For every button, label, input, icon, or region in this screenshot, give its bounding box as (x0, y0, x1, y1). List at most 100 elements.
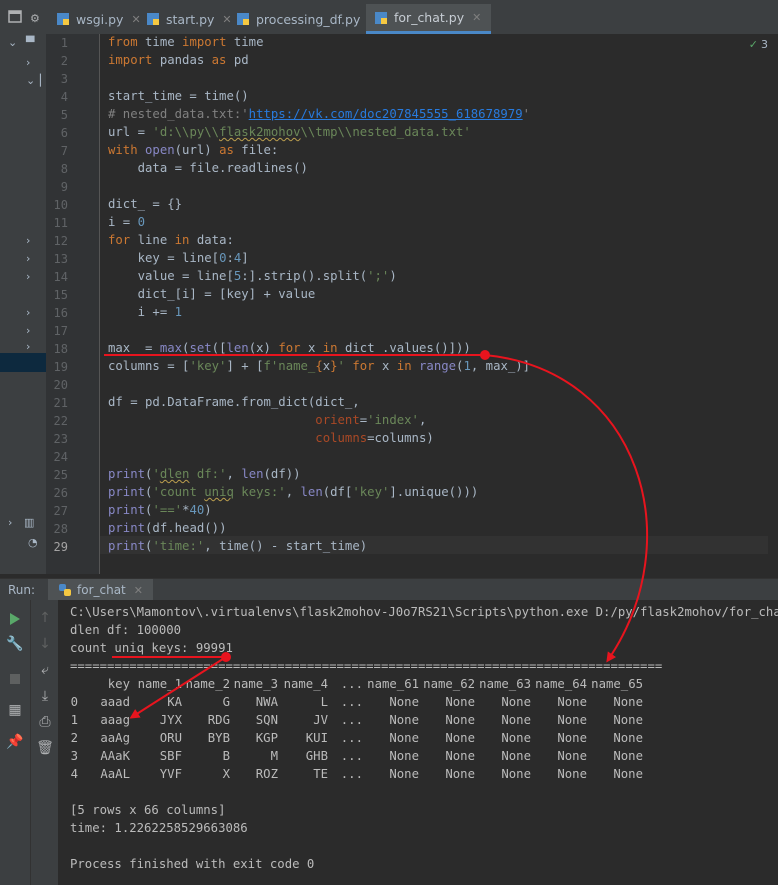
code-token: , max_)] (470, 359, 531, 373)
table-cell: SBF (159, 749, 182, 763)
table-cell: B (222, 749, 230, 763)
tab-start[interactable]: start.py ✕ (138, 4, 242, 34)
inspection-widget[interactable]: ✓ 3 (749, 38, 768, 51)
table-cell: ... (340, 713, 363, 727)
code-token: https://vk.com/doc207845555_618678979 (248, 107, 523, 121)
tab-wsgi[interactable]: wsgi.py ✕ (48, 4, 151, 34)
chevron-right-icon[interactable]: › (26, 340, 30, 353)
code-token: line (130, 233, 175, 247)
python-file-icon (374, 11, 388, 25)
table-cell: None (501, 767, 531, 781)
code-token: with (108, 143, 138, 157)
code-token: ' (337, 359, 345, 373)
code-token: i = (108, 215, 138, 229)
stop-icon[interactable] (0, 670, 30, 688)
code-token: max (159, 341, 183, 355)
chevron-right-icon[interactable]: › (26, 234, 30, 247)
code-token: flask2mohov (219, 125, 301, 139)
table-cell: None (389, 749, 419, 763)
table-cell: None (445, 749, 475, 763)
code-token: 'd:\\py\\ (152, 125, 220, 139)
scroll-to-end-icon[interactable]: ⤓ (30, 688, 60, 704)
table-cell: name_64 (535, 677, 587, 691)
tab-processing-df[interactable]: processing_df.py ✕ (228, 4, 388, 34)
chevron-right-icon[interactable]: › (26, 56, 30, 69)
chevron-right-icon[interactable]: › (26, 324, 30, 337)
soft-wrap-icon[interactable]: ⤶ (30, 662, 60, 678)
code-token: len (300, 485, 323, 499)
line-number: 22 (53, 414, 68, 428)
python-icon (58, 583, 72, 597)
code-token: value = line[ (108, 269, 234, 283)
code-token: url = (108, 125, 153, 139)
run-tab-for-chat[interactable]: for_chat ✕ (48, 579, 153, 601)
code-token: file: (233, 143, 279, 157)
code-token: , (418, 413, 427, 427)
code-line: i = 0 (108, 215, 145, 229)
line-number: 17 (53, 324, 68, 338)
table-cell: ... (340, 767, 363, 781)
chevron-right-icon[interactable]: › (26, 306, 30, 319)
line-number: 27 (53, 504, 68, 518)
console-dlen: dlen df: 100000 (70, 623, 182, 637)
code-token: (df[ (322, 485, 353, 499)
selected-tree-row[interactable] (0, 353, 46, 372)
table-cell: ROZ (255, 767, 278, 781)
rerun-icon[interactable] (0, 610, 30, 628)
code-token: '==' (152, 503, 183, 517)
chevron-right-icon[interactable]: › (26, 270, 30, 283)
tab-for-chat[interactable]: for_chat.py ✕ (366, 4, 492, 34)
line-number: 5 (60, 108, 68, 122)
layout-icon[interactable]: ▦ (0, 702, 30, 718)
run-console-output[interactable]: C:\Users\Mamontov\.virtualenvs\flask2moh… (58, 600, 778, 885)
code-token: 1 (463, 359, 471, 373)
chevron-right-icon[interactable]: › (26, 252, 30, 265)
code-token: { (315, 359, 323, 373)
chevron-down-icon[interactable]: ⌄ (26, 74, 35, 87)
print-icon[interactable]: ⎙ (30, 714, 60, 730)
wrench-icon[interactable]: 🔧 (0, 636, 30, 652)
code-line: # nested_data.txt:'https://vk.com/doc207… (108, 107, 530, 121)
console-command: C:\Users\Mamontov\.virtualenvs\flask2moh… (70, 605, 778, 619)
code-token: ([ (211, 341, 227, 355)
line-number: 28 (53, 522, 68, 536)
code-line: dict_ = {} (108, 197, 182, 211)
code-line: print('count uniq keys:', len(df['key'].… (108, 485, 478, 499)
trash-icon[interactable]: 🗑 (30, 740, 60, 756)
chevron-right-icon[interactable]: › (8, 516, 12, 529)
line-number: 25 (53, 468, 68, 482)
code-token: } (330, 359, 338, 373)
close-icon[interactable]: ✕ (134, 584, 143, 597)
code-line: print(df.head()) (108, 521, 226, 535)
code-token: 'index' (367, 413, 419, 427)
tab-label: wsgi.py (76, 11, 124, 27)
code-token: 1 (174, 305, 183, 319)
line-number: 1 (60, 36, 68, 50)
line-number: 3 (60, 72, 68, 86)
code-editor[interactable]: ✓ 3 from time import time import pandas as… (100, 34, 778, 574)
table-cell: M (270, 749, 278, 763)
table-cell: None (557, 713, 587, 727)
table-cell: SQN (255, 713, 278, 727)
code-token: 'count (152, 485, 205, 499)
arrow-up-icon[interactable]: ↑ (30, 610, 60, 626)
arrow-down-icon[interactable]: ↓ (30, 636, 60, 652)
code-token: keys:' (233, 485, 286, 499)
code-line: columns=columns) (108, 431, 433, 445)
code-token: print (108, 521, 146, 535)
code-token: in (322, 341, 338, 355)
table-cell: None (389, 713, 419, 727)
python-file-icon (236, 12, 250, 26)
editor-scrollbar[interactable] (768, 34, 778, 574)
code-token: (x) (248, 341, 279, 355)
table-cell: 2 (70, 731, 78, 745)
table-cell: JV (313, 713, 328, 727)
close-icon[interactable]: ✕ (472, 11, 481, 24)
table-cell: ... (340, 749, 363, 763)
pin-icon[interactable]: 📌 (0, 734, 30, 750)
code-token: :].strip().split( (241, 269, 368, 283)
project-view-icon[interactable]: ⚙ (0, 0, 46, 34)
chevron-down-icon[interactable]: ⌄ (8, 36, 17, 49)
